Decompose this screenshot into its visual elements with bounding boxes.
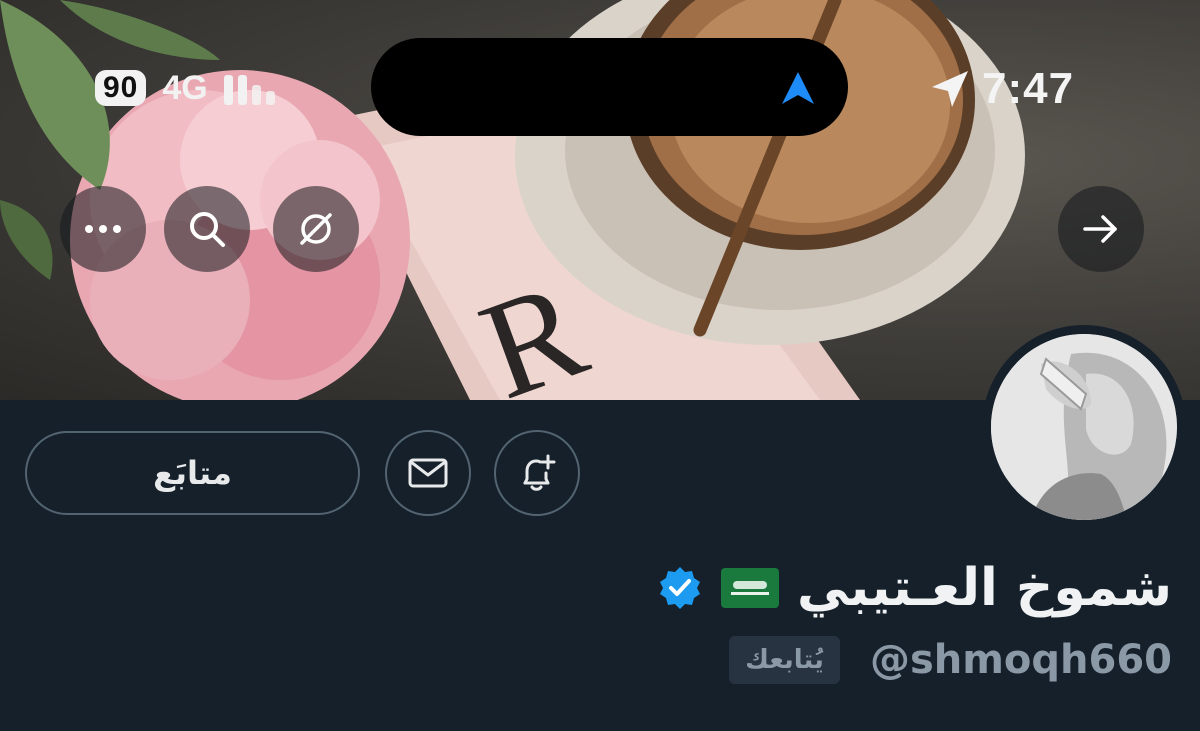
verified-badge-icon bbox=[660, 567, 701, 609]
more-button[interactable] bbox=[60, 186, 146, 272]
search-icon bbox=[190, 212, 225, 247]
avatar bbox=[991, 334, 1177, 520]
message-button[interactable] bbox=[385, 430, 471, 516]
status-bar-right: 7:47 bbox=[930, 62, 1074, 116]
grok-button[interactable] bbox=[273, 186, 359, 272]
forward-arrow-icon bbox=[1083, 215, 1117, 243]
navigation-arrow-icon bbox=[782, 72, 814, 104]
location-arrow-icon bbox=[932, 71, 968, 107]
follows-you-badge: يُتابعك bbox=[729, 636, 840, 684]
notification-bell-icon bbox=[523, 454, 556, 491]
profile-handle-row: يُتابعك @shmoqh660 bbox=[729, 633, 1172, 687]
dynamic-island bbox=[371, 38, 848, 136]
search-button[interactable] bbox=[164, 186, 250, 272]
profile-name-row: شموخ العـتيبي bbox=[657, 548, 1172, 628]
battery-level: 90 bbox=[95, 70, 147, 106]
notifications-button[interactable] bbox=[494, 430, 580, 516]
status-bar-left: 90 4G bbox=[95, 68, 275, 108]
message-icon bbox=[408, 458, 448, 488]
more-icon bbox=[85, 225, 121, 233]
saudi-flag-icon bbox=[721, 568, 780, 608]
signal-bars-icon bbox=[223, 71, 275, 105]
clock: 7:47 bbox=[982, 64, 1075, 113]
network-type: 4G bbox=[162, 68, 208, 107]
avatar-photo bbox=[991, 334, 1177, 520]
forward-button[interactable] bbox=[1058, 186, 1144, 272]
avatar-frame[interactable] bbox=[982, 325, 1186, 529]
grok-icon bbox=[300, 213, 332, 245]
display-name: شموخ العـتيبي bbox=[797, 558, 1172, 618]
following-button[interactable]: متابَع bbox=[25, 431, 360, 515]
username-handle: @shmoqh660 bbox=[869, 637, 1172, 683]
